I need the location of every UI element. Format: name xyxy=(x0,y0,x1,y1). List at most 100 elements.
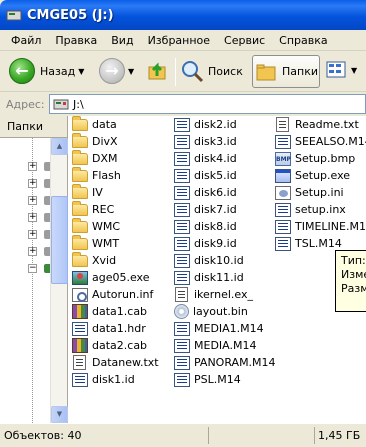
file-item[interactable]: SEEALSO.M14 xyxy=(275,133,366,150)
file-item[interactable]: MEDIA.M14 xyxy=(174,337,256,354)
file-name: data2.cab xyxy=(92,339,148,352)
file-name: WMC xyxy=(92,220,121,233)
file-item[interactable]: WMT xyxy=(72,235,119,252)
file-item[interactable]: Xvid xyxy=(72,252,116,269)
file-name: disk8.id xyxy=(194,220,237,233)
folder-icon xyxy=(72,235,88,250)
file-item[interactable]: disk3.id xyxy=(174,133,237,150)
setup-exe-icon xyxy=(275,168,291,183)
tree-scrollbar[interactable]: ▲ ▼ xyxy=(50,138,68,423)
search-button[interactable]: Поиск xyxy=(180,59,243,83)
file-item[interactable]: MEDIA1.M14 xyxy=(174,320,264,337)
data-file-icon xyxy=(174,168,190,183)
file-name: disk11.id xyxy=(194,271,244,284)
file-item[interactable]: TIMELINE.M14 xyxy=(275,218,366,235)
file-item[interactable]: setup.inx xyxy=(275,201,346,218)
up-button[interactable] xyxy=(147,60,169,82)
data-file-icon xyxy=(72,321,88,336)
views-dropdown-icon[interactable]: ▼ xyxy=(351,66,357,75)
file-item[interactable]: PANORAM.M14 xyxy=(174,354,276,371)
folder-up-icon xyxy=(148,62,166,80)
file-item[interactable]: data xyxy=(72,116,117,133)
file-item[interactable]: Setup.exe xyxy=(275,167,350,184)
views-button[interactable]: ▼ xyxy=(326,60,357,80)
file-item[interactable]: Setup.bmp xyxy=(275,150,355,167)
file-item[interactable]: TSL.M14 xyxy=(275,235,342,252)
file-item[interactable]: REC xyxy=(72,201,114,218)
data-file-icon xyxy=(174,134,190,149)
scroll-thumb[interactable] xyxy=(51,196,68,284)
menu-help[interactable]: Справка xyxy=(272,34,334,47)
data-file-icon xyxy=(174,338,190,353)
file-name: REC xyxy=(92,203,115,216)
file-item[interactable]: DXM xyxy=(72,150,118,167)
drive-icon xyxy=(53,99,69,110)
file-item[interactable]: ikernel.ex_ xyxy=(174,286,253,303)
file-item[interactable]: data1.hdr xyxy=(72,320,146,337)
file-item[interactable]: disk7.id xyxy=(174,201,237,218)
back-button-label: Назад xyxy=(40,64,76,78)
drive-icon xyxy=(6,10,22,21)
tree-expand-icon[interactable]: + xyxy=(28,247,37,256)
file-item[interactable]: disk9.id xyxy=(174,235,237,252)
folders-button[interactable]: Папки xyxy=(252,55,320,88)
file-item[interactable]: Readme.txt xyxy=(275,116,359,133)
menu-favorites[interactable]: Избранное xyxy=(141,34,217,47)
file-item[interactable]: Setup.ini xyxy=(275,184,344,201)
file-item[interactable]: layout.bin xyxy=(174,303,248,320)
back-dropdown-icon[interactable]: ▼ xyxy=(78,67,84,76)
forward-button[interactable]: → ▼ xyxy=(99,58,134,84)
address-input[interactable]: J:\ xyxy=(49,94,366,114)
data-file-icon xyxy=(174,202,190,217)
tree-expand-icon[interactable]: + xyxy=(28,162,37,171)
scroll-up-icon[interactable]: ▲ xyxy=(51,138,68,155)
file-item[interactable]: data1.cab xyxy=(72,303,147,320)
file-name: disk2.id xyxy=(194,118,237,131)
tree-expand-icon[interactable]: + xyxy=(28,213,37,222)
folder-icon xyxy=(72,184,88,199)
file-item[interactable]: disk2.id xyxy=(174,116,237,133)
setup-info-icon xyxy=(72,287,88,302)
file-item[interactable]: Autorun.inf xyxy=(72,286,153,303)
file-name: setup.inx xyxy=(295,203,346,216)
file-item[interactable]: IV xyxy=(72,184,103,201)
file-item[interactable]: disk10.id xyxy=(174,252,244,269)
tree-expand-icon[interactable]: + xyxy=(28,230,37,239)
file-item[interactable]: age05.exe xyxy=(72,269,150,286)
back-button[interactable]: ← Назад ▼ xyxy=(9,58,84,84)
tree-expand-icon[interactable]: + xyxy=(28,196,37,205)
title-bar[interactable]: CMGE05 (J:) xyxy=(0,0,366,30)
folder-tree: + + + + + + − xyxy=(0,138,50,423)
file-item[interactable]: WMC xyxy=(72,218,120,235)
menu-file[interactable]: Файл xyxy=(0,34,48,47)
tree-expand-icon[interactable]: + xyxy=(28,179,37,188)
file-item[interactable]: disk5.id xyxy=(174,167,237,184)
cab-archive-icon xyxy=(72,338,88,353)
forward-arrow-icon: → xyxy=(99,58,125,84)
file-item[interactable]: PSL.M14 xyxy=(174,371,241,388)
data-file-icon xyxy=(174,219,190,234)
file-item[interactable]: Flash xyxy=(72,167,121,184)
scroll-down-icon[interactable]: ▼ xyxy=(51,406,68,423)
file-item[interactable]: disk6.id xyxy=(174,184,237,201)
file-item[interactable]: disk8.id xyxy=(174,218,237,235)
file-name: data1.hdr xyxy=(92,322,146,335)
tooltip-line: Разм xyxy=(341,282,366,295)
file-item[interactable]: data2.cab xyxy=(72,337,147,354)
address-bar: Адрес: J:\ xyxy=(0,93,366,115)
folders-button-label: Папки xyxy=(282,65,318,78)
file-name: disk5.id xyxy=(194,169,237,182)
file-item[interactable]: disk11.id xyxy=(174,269,244,286)
menu-tools[interactable]: Сервис xyxy=(217,34,272,47)
application-icon xyxy=(72,270,88,285)
file-item[interactable]: disk4.id xyxy=(174,150,237,167)
cab-archive-icon xyxy=(72,304,88,319)
file-name: Readme.txt xyxy=(295,118,359,131)
forward-dropdown-icon[interactable]: ▼ xyxy=(128,67,134,76)
menu-view[interactable]: Вид xyxy=(104,34,140,47)
menu-edit[interactable]: Правка xyxy=(48,34,104,47)
file-item[interactable]: Datanew.txt xyxy=(72,354,159,371)
file-item[interactable]: disk1.id xyxy=(72,371,135,388)
tree-collapse-icon[interactable]: − xyxy=(28,264,37,273)
file-item[interactable]: DivX xyxy=(72,133,118,150)
